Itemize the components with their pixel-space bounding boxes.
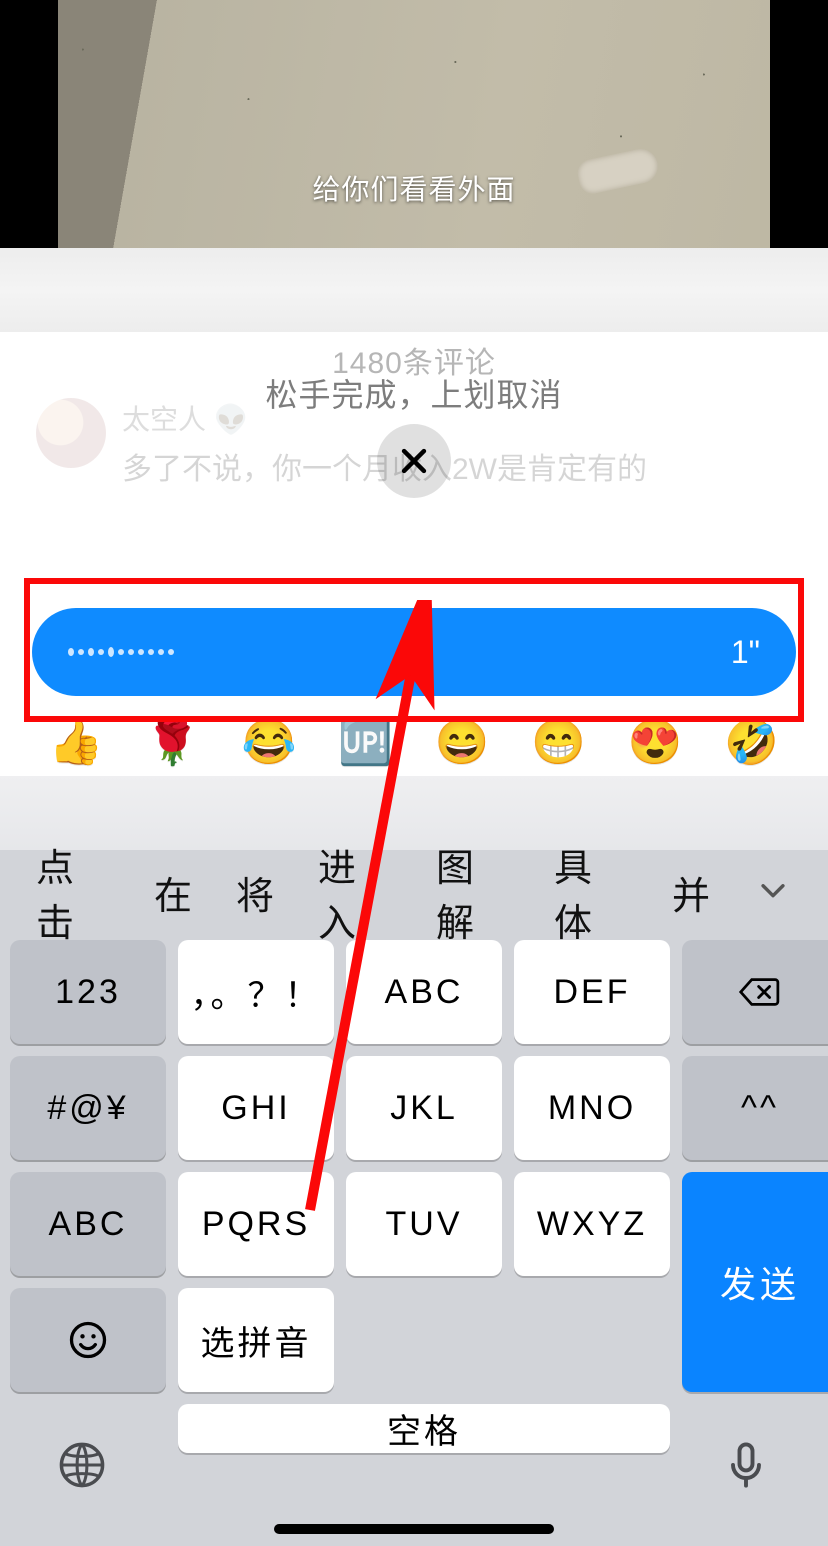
emoji-hearts[interactable]: 😍 <box>628 716 683 768</box>
screen: 给你们看看外面 1480条评论 松手完成，上划取消 太空人 👽 多了不说，你一个… <box>0 0 828 1546</box>
key-def[interactable]: DEF <box>514 940 670 1044</box>
close-icon <box>397 444 431 478</box>
key-abc1[interactable]: ABC <box>346 940 502 1044</box>
key-emoji[interactable] <box>10 1288 166 1392</box>
key-ghi[interactable]: GHI <box>178 1056 334 1160</box>
key-backspace[interactable] <box>682 940 828 1044</box>
alien-emoji: 👽 <box>214 404 249 435</box>
key-tuv[interactable]: TUV <box>346 1172 502 1276</box>
key-send[interactable]: 发送 <box>682 1172 828 1392</box>
keyboard: 点击 在 将 进入 图解 具体 并 123 ，。？！ ABC DEF #@¥ <box>0 776 828 1546</box>
emoji-laugh-cry[interactable]: 😂 <box>242 716 297 768</box>
background-comment: 太空人 👽 多了不说，你一个月收入2W是肯定有的 <box>36 398 647 488</box>
collapse-suggestions-button[interactable] <box>732 873 814 912</box>
globe-icon <box>56 1439 108 1491</box>
microphone-icon <box>720 1439 772 1491</box>
video-frame <box>0 0 828 248</box>
globe-button[interactable] <box>56 1439 108 1496</box>
suggestion-item[interactable]: 图解 <box>414 837 532 947</box>
emoji-rose[interactable]: 🌹 <box>145 716 200 768</box>
avatar <box>36 398 106 468</box>
key-abc-mode[interactable]: ABC <box>10 1172 166 1276</box>
key-mno[interactable]: MNO <box>514 1056 670 1160</box>
suggestion-item[interactable]: 在 <box>132 865 214 920</box>
letterbox-right <box>770 0 828 248</box>
keyboard-keys: 123 ，。？！ ABC DEF #@¥ GHI JKL MNO ^^ ABC … <box>0 934 828 1453</box>
suggestion-item[interactable]: 进入 <box>296 837 414 947</box>
emoji-teeth[interactable]: 😁 <box>531 716 586 768</box>
suggestion-bar: 点击 在 将 进入 图解 具体 并 <box>0 850 828 934</box>
home-indicator[interactable] <box>274 1524 554 1534</box>
key-123[interactable]: 123 <box>10 940 166 1044</box>
emoji-grin[interactable]: 😄 <box>435 716 490 768</box>
dictation-button[interactable] <box>720 1439 772 1496</box>
chevron-down-icon <box>756 873 790 907</box>
emoji-lol[interactable]: 🤣 <box>724 716 779 768</box>
suggestion-item[interactable]: 将 <box>214 865 296 920</box>
emoji-thumbs-up[interactable]: 👍 <box>49 716 104 768</box>
suggestion-item[interactable]: 并 <box>650 865 732 920</box>
video-preview: 给你们看看外面 <box>0 0 828 248</box>
annotation-highlight-box <box>24 578 804 722</box>
cancel-voice-button[interactable] <box>377 424 451 498</box>
key-caret[interactable]: ^^ <box>682 1056 828 1160</box>
key-jkl[interactable]: JKL <box>346 1056 502 1160</box>
backspace-icon <box>738 970 782 1014</box>
comment-author: 太空人 👽 <box>122 398 647 438</box>
key-pqrs[interactable]: PQRS <box>178 1172 334 1276</box>
suggestion-item[interactable]: 点击 <box>14 837 132 947</box>
key-wxyz[interactable]: WXYZ <box>514 1172 670 1276</box>
sheet-handle-area <box>0 248 828 332</box>
suggestion-item[interactable]: 具体 <box>532 837 650 947</box>
smile-icon <box>66 1318 110 1362</box>
key-punct[interactable]: ，。？！ <box>178 940 334 1044</box>
letterbox-left <box>0 0 58 248</box>
video-caption: 给你们看看外面 <box>0 168 828 208</box>
emoji-666[interactable]: 🆙 <box>338 716 393 768</box>
key-select-pinyin[interactable]: 选拼音 <box>178 1288 334 1392</box>
key-symbols[interactable]: #@¥ <box>10 1056 166 1160</box>
